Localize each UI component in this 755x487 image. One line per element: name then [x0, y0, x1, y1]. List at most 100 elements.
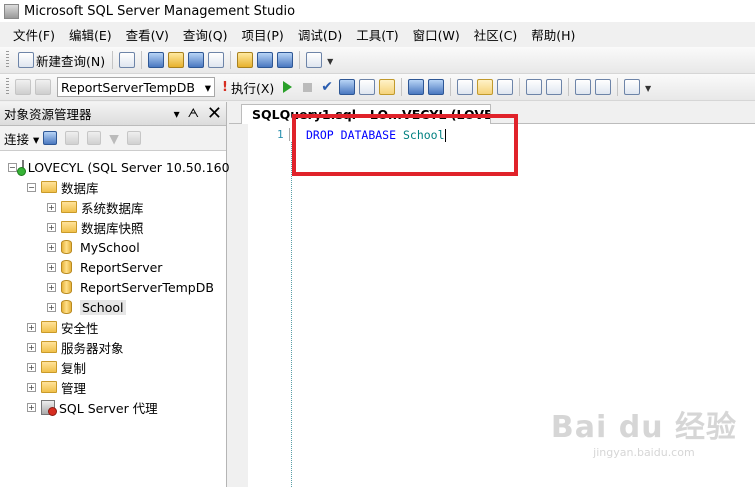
- increase-indent-icon[interactable]: [595, 79, 611, 95]
- new-query-button[interactable]: 新建查询(N): [13, 49, 108, 71]
- selection-margin[interactable]: [229, 124, 248, 487]
- tree-node-myschool[interactable]: + MySchool: [0, 237, 226, 257]
- expand-icon[interactable]: +: [27, 362, 36, 372]
- tree-node-reportservertempdb[interactable]: + ReportServerTempDB: [0, 277, 226, 297]
- activity-monitor-icon[interactable]: [306, 52, 323, 68]
- line-number: 1: [277, 128, 284, 141]
- expand-icon[interactable]: +: [47, 222, 56, 232]
- menu-debug[interactable]: 调试(D): [291, 25, 349, 44]
- estimated-plan-icon[interactable]: [339, 79, 355, 95]
- save-all-icon[interactable]: [277, 52, 294, 68]
- menu-community[interactable]: 社区(C): [467, 25, 524, 44]
- exclamation-icon: !: [222, 79, 228, 95]
- client-statistics-icon[interactable]: [428, 79, 444, 95]
- folder-label: 管理: [61, 380, 87, 396]
- tree-node-server-objects[interactable]: + 服务器对象: [0, 337, 226, 357]
- query-designer-icon[interactable]: [359, 79, 375, 95]
- tree-node-management[interactable]: + 管理: [0, 377, 226, 397]
- decrease-indent-icon[interactable]: [575, 79, 591, 95]
- collapse-icon[interactable]: −: [27, 182, 36, 192]
- tree-node-sql-server-agent[interactable]: + SQL Server 代理: [0, 397, 226, 417]
- toolbar-overflow-icon[interactable]: ▼: [645, 84, 654, 98]
- toolbar-overflow-icon[interactable]: ▼: [327, 57, 336, 71]
- expand-icon[interactable]: +: [27, 402, 36, 412]
- tree-node-system-databases[interactable]: + 系统数据库: [0, 197, 226, 217]
- results-to-grid-toggle-icon[interactable]: [477, 79, 493, 95]
- database-engine-query-icon[interactable]: [119, 52, 136, 68]
- watermark-url: jingyan.baidu.com: [593, 446, 695, 459]
- folder-icon: [41, 181, 57, 193]
- filter-icon[interactable]: ▼: [109, 131, 119, 146]
- results-to-text-icon[interactable]: [457, 79, 473, 95]
- dmx-query-icon[interactable]: [168, 52, 185, 68]
- toolbar-grip[interactable]: [6, 51, 9, 69]
- connect-dropdown[interactable]: 连接 ▾: [4, 129, 39, 148]
- baidu-watermark: Bai du 经验 jingyan.baidu.com: [551, 402, 737, 459]
- mdx-query-icon[interactable]: [148, 52, 165, 68]
- server-icon: [16, 159, 26, 176]
- results-to-file-icon[interactable]: [497, 79, 513, 95]
- close-icon[interactable]: ✕: [207, 104, 222, 123]
- menu-query[interactable]: 查询(Q): [176, 25, 235, 44]
- outline-guide: [291, 142, 292, 487]
- connect-object-explorer-icon[interactable]: [43, 131, 58, 145]
- parse-check-icon[interactable]: ✔: [321, 79, 333, 95]
- tree-node-database-snapshots[interactable]: + 数据库快照: [0, 217, 226, 237]
- standard-toolbar: 新建查询(N) ▼: [0, 47, 755, 74]
- uncomment-lines-icon[interactable]: [546, 79, 562, 95]
- comment-lines-icon[interactable]: [526, 79, 542, 95]
- disconnect-icon[interactable]: [65, 131, 80, 145]
- open-file-icon[interactable]: [237, 52, 254, 68]
- menu-edit[interactable]: 编辑(E): [62, 25, 119, 44]
- expand-icon[interactable]: +: [47, 262, 56, 272]
- expand-icon[interactable]: +: [47, 202, 56, 212]
- results-to-grid-icon[interactable]: [379, 79, 395, 95]
- debug-play-icon[interactable]: [283, 81, 293, 93]
- collapse-icon[interactable]: −: [8, 162, 17, 172]
- execute-label: 执行(X): [230, 80, 275, 96]
- menu-tools[interactable]: 工具(T): [349, 25, 405, 44]
- stop-icon[interactable]: [87, 131, 102, 145]
- refresh-icon[interactable]: [126, 131, 141, 145]
- database-icon: [61, 240, 72, 254]
- tree-node-reportserver[interactable]: + ReportServer: [0, 257, 226, 277]
- chevron-down-icon: ▾: [204, 79, 211, 95]
- xmla-query-icon[interactable]: [188, 52, 205, 68]
- specify-template-values-icon[interactable]: [624, 79, 640, 95]
- tree-node-databases[interactable]: − 数据库: [0, 177, 226, 197]
- cancel-stop-icon[interactable]: [303, 82, 313, 92]
- tree-node-school[interactable]: + School: [0, 297, 226, 317]
- available-databases-select[interactable]: ReportServerTempDB ▾: [57, 77, 215, 97]
- menu-help[interactable]: 帮助(H): [524, 25, 582, 44]
- object-explorer-header: 对象资源管理器 ▾ ᗅ ✕: [0, 102, 226, 126]
- window-position-dropdown-icon[interactable]: ▾: [174, 107, 180, 121]
- expand-icon[interactable]: +: [47, 282, 56, 292]
- toolbar-grip[interactable]: [6, 78, 9, 96]
- change-connection-icon[interactable]: [35, 79, 51, 95]
- folder-icon: [41, 361, 57, 373]
- menu-window[interactable]: 窗口(W): [406, 25, 467, 44]
- tree-node-security[interactable]: + 安全性: [0, 317, 226, 337]
- save-icon[interactable]: [257, 52, 274, 68]
- execute-button[interactable]: ! 执行(X): [219, 76, 277, 98]
- folder-icon: [61, 201, 77, 213]
- toolbar-separator: [112, 51, 114, 69]
- tree-node-server[interactable]: − LOVECYL (SQL Server 10.50.160: [0, 157, 230, 177]
- expand-icon[interactable]: +: [27, 382, 36, 392]
- menu-file[interactable]: 文件(F): [6, 25, 62, 44]
- menu-view[interactable]: 查看(V): [119, 25, 176, 44]
- server-label: LOVECYL (SQL Server 10.50.160: [27, 159, 230, 175]
- ssms-app-icon: [4, 3, 19, 19]
- folder-icon: [61, 221, 77, 233]
- tree-node-replication[interactable]: + 复制: [0, 357, 226, 377]
- auto-hide-pin-icon[interactable]: ᗅ: [188, 106, 199, 121]
- expand-icon[interactable]: +: [27, 342, 36, 352]
- include-plan-icon[interactable]: [408, 79, 424, 95]
- connect-icon[interactable]: [15, 79, 31, 95]
- expand-icon[interactable]: +: [47, 302, 56, 312]
- expand-icon[interactable]: +: [47, 242, 56, 252]
- object-explorer-tree: − LOVECYL (SQL Server 10.50.160 − 数据库 + …: [0, 151, 230, 417]
- sql-compact-query-icon[interactable]: [208, 52, 225, 68]
- expand-icon[interactable]: +: [27, 322, 36, 332]
- menu-project[interactable]: 项目(P): [235, 25, 291, 44]
